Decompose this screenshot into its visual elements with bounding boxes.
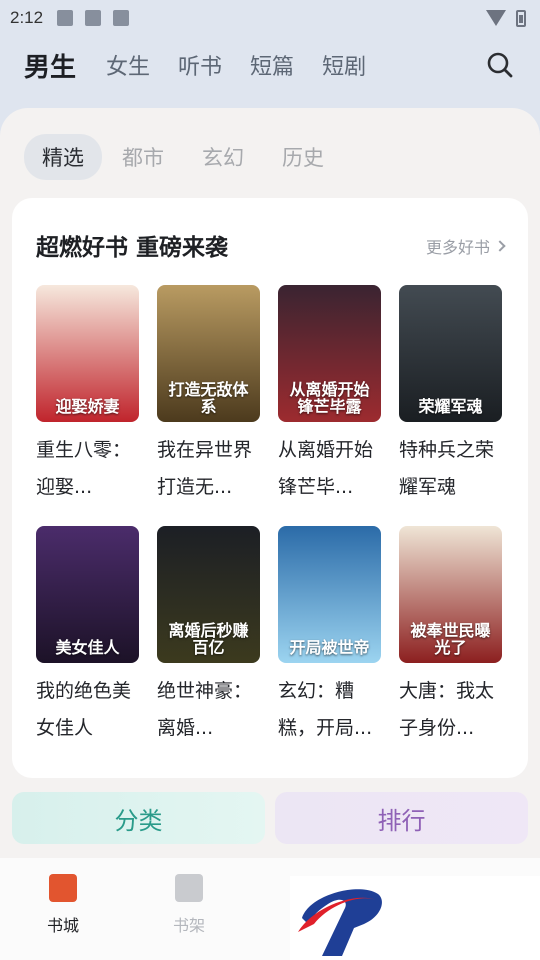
more-books-label: 更多好书 — [425, 238, 490, 257]
featured-card: 超燃好书 重磅来袭 更多好书 迎娶娇妻 重生八零：迎娶... 打造无敌体系 我在… — [12, 198, 528, 778]
tab-short[interactable]: 短篇 — [250, 49, 294, 81]
book-item[interactable]: 荣耀军魂 特种兵之荣耀军魂 — [399, 285, 502, 506]
tab-female[interactable]: 女生 — [106, 49, 150, 81]
book-cover[interactable]: 荣耀军魂 — [399, 285, 502, 422]
book-item[interactable]: 打造无敌体系 我在异世界打造无... — [157, 285, 260, 506]
status-time: 2:12 — [10, 8, 44, 27]
book-title: 特种兵之荣耀军魂 — [399, 439, 495, 498]
top-tabs: 男生 女生 听书 短篇 短剧 — [0, 40, 540, 90]
subtab-urban[interactable]: 都市 — [122, 142, 164, 172]
book-title: 玄幻：糟糕，开局... — [278, 680, 373, 739]
cover-title: 打造无敌体系 — [168, 379, 249, 417]
section-title: 超燃好书 重磅来袭 — [36, 235, 229, 261]
tab-audiobook[interactable]: 听书 — [178, 49, 222, 81]
app-notification-icon — [113, 10, 130, 26]
book-cover[interactable]: 从离婚开始锋芒毕露 — [278, 285, 381, 422]
subtab-history[interactable]: 历史 — [282, 142, 324, 172]
cover-title: 美女佳人 — [55, 638, 120, 658]
quick-buttons: 分类 排行 — [12, 792, 528, 844]
book-cover[interactable]: 美女佳人 — [36, 526, 139, 663]
nav-bookshelf-label: 书架 — [172, 916, 205, 935]
book-cover[interactable]: 打造无敌体系 — [157, 285, 260, 422]
book-cover[interactable]: 离婚后秒赚百亿 — [157, 526, 260, 663]
cover-title: 被奉世民曝光了 — [410, 620, 491, 658]
cover-title: 离婚后秒赚百亿 — [168, 620, 249, 658]
brand-logo — [290, 876, 540, 960]
ranking-button[interactable]: 排行 — [275, 792, 528, 844]
chevron-right-icon — [494, 240, 506, 252]
cover-title: 荣耀军魂 — [418, 397, 483, 417]
wifi-icon — [486, 10, 506, 26]
image-notification-icon — [57, 10, 74, 26]
book-item[interactable]: 离婚后秒赚百亿 绝世神豪：离婚... — [157, 526, 260, 747]
download-notification-icon — [85, 10, 102, 26]
notification-icons — [57, 10, 130, 26]
book-cover[interactable]: 被奉世民曝光了 — [399, 526, 502, 663]
cover-title: 迎娶娇妻 — [55, 397, 120, 417]
subtab-featured[interactable]: 精选 — [24, 134, 102, 180]
cover-title: 开局被世帝 — [289, 638, 370, 658]
nav-bookstore[interactable]: 书城 — [0, 858, 126, 960]
category-button[interactable]: 分类 — [12, 792, 265, 844]
book-title: 我在异世界打造无... — [157, 439, 253, 498]
tab-male[interactable]: 男生 — [24, 47, 76, 84]
book-title: 大唐：我太子身份... — [399, 680, 495, 739]
search-icon[interactable] — [486, 51, 514, 79]
battery-icon — [516, 9, 526, 27]
sub-tabs: 精选 都市 玄幻 历史 — [24, 134, 362, 180]
book-item[interactable]: 迎娶娇妻 重生八零：迎娶... — [36, 285, 139, 506]
system-icons — [486, 9, 526, 27]
nav-bookstore-label: 书城 — [46, 916, 79, 935]
book-cover[interactable]: 迎娶娇妻 — [36, 285, 139, 422]
book-item[interactable]: 开局被世帝 玄幻：糟糕，开局... — [278, 526, 381, 747]
subtab-fantasy[interactable]: 玄幻 — [202, 142, 244, 172]
book-icon — [49, 874, 77, 902]
tab-short-drama[interactable]: 短剧 — [322, 49, 366, 81]
book-item[interactable]: 从离婚开始锋芒毕露 从离婚开始锋芒毕... — [278, 285, 381, 506]
book-title: 从离婚开始锋芒毕... — [278, 439, 374, 498]
nav-bookshelf[interactable]: 书架 — [126, 858, 252, 960]
book-title: 重生八零：迎娶... — [36, 439, 132, 498]
more-books-link[interactable]: 更多好书 — [425, 234, 506, 258]
cover-title: 从离婚开始锋芒毕露 — [289, 379, 370, 417]
book-item[interactable]: 被奉世民曝光了 大唐：我太子身份... — [399, 526, 502, 747]
book-item[interactable]: 美女佳人 我的绝色美女佳人 — [36, 526, 139, 747]
book-grid: 迎娶娇妻 重生八零：迎娶... 打造无敌体系 我在异世界打造无... 从离婚开始… — [36, 285, 506, 747]
status-bar: 2:12 — [0, 0, 540, 36]
book-title: 我的绝色美女佳人 — [36, 680, 132, 739]
book-title: 绝世神豪：离婚... — [157, 680, 253, 739]
bookshelf-icon — [175, 874, 203, 902]
book-cover[interactable]: 开局被世帝 — [278, 526, 381, 663]
